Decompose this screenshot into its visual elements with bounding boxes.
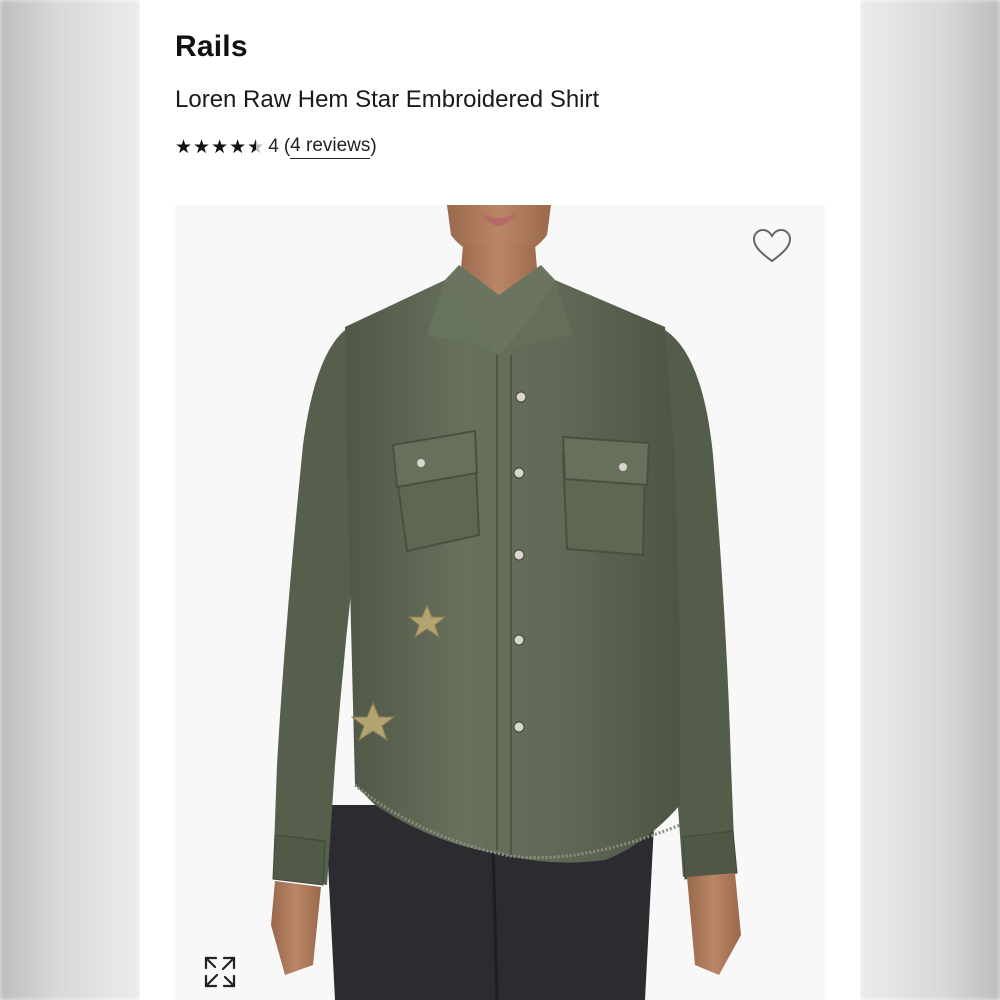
- product-title: Loren Raw Hem Star Embroidered Shirt: [175, 86, 600, 113]
- product-photo-illustration: [175, 205, 825, 1000]
- heart-outline-icon: [752, 228, 792, 263]
- reviews-link[interactable]: 4 reviews: [290, 135, 371, 159]
- half-star-icon: ★: [247, 138, 264, 157]
- product-panel: Rails Loren Raw Hem Star Embroidered Shi…: [140, 0, 860, 1000]
- product-image[interactable]: [175, 205, 825, 1000]
- favorite-button[interactable]: [752, 228, 792, 264]
- star-icon: ★: [211, 136, 229, 158]
- rating-value: 4: [268, 136, 279, 157]
- star-icon: ★: [229, 136, 247, 158]
- star-icon: ★: [193, 136, 211, 158]
- expand-arrows-icon: [204, 956, 236, 988]
- expand-image-button[interactable]: [200, 952, 240, 992]
- close-paren: ): [370, 136, 377, 157]
- background-blur-left: [0, 0, 140, 1000]
- star-icon: ★: [175, 136, 193, 158]
- rating-summary: ★ ★ ★ ★ ★ 4 ( 4 reviews ): [175, 135, 377, 159]
- background-blur-right: [860, 0, 1000, 1000]
- rating-stars: ★ ★ ★ ★ ★: [175, 138, 264, 157]
- brand-name[interactable]: Rails: [175, 30, 248, 64]
